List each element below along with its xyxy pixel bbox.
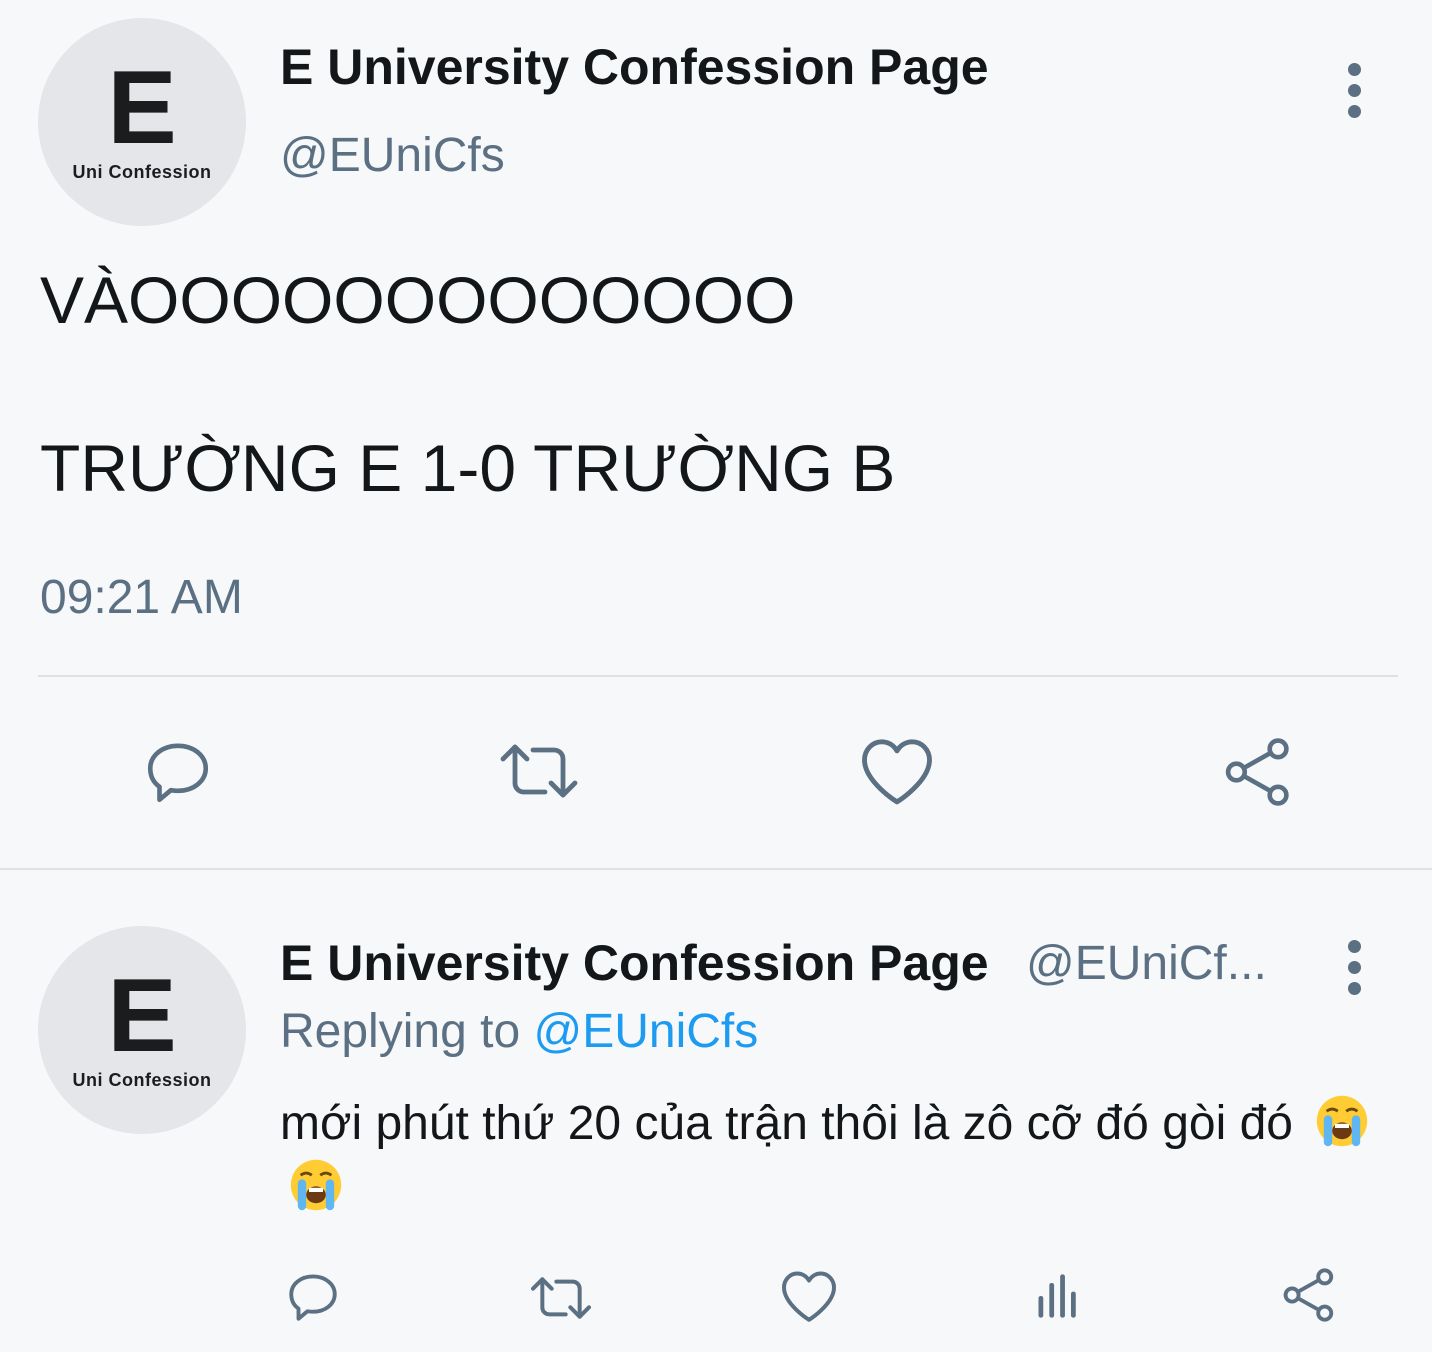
loudly-crying-face-icon — [1317, 1095, 1368, 1147]
retweet-icon[interactable] — [494, 735, 584, 807]
avatar-letter: E — [107, 50, 177, 166]
share-icon[interactable] — [1280, 1266, 1338, 1324]
avatar[interactable]: E Uni Confession — [38, 926, 246, 1134]
avatar-caption: Uni Confession — [72, 162, 212, 182]
reply-text: mới phút thứ 20 của trận thôi là zô cỡ đ… — [280, 1092, 1400, 1220]
replying-to: Replying to @EUniCfs — [280, 1004, 758, 1059]
loudly-crying-face-icon — [290, 1159, 342, 1211]
replying-to-handle[interactable]: @EUniCfs — [533, 1005, 758, 1058]
user-handle[interactable]: @EUniCf... — [1026, 936, 1267, 991]
tweet-timestamp[interactable]: 09:21 AM — [40, 570, 243, 625]
more-options-icon[interactable] — [1346, 63, 1362, 126]
share-icon[interactable] — [1220, 735, 1296, 809]
reply-icon[interactable] — [140, 735, 216, 809]
display-name[interactable]: E University Confession Page — [280, 934, 989, 992]
reply-text-body: mới phút thứ 20 của trận thôi là zô cỡ đ… — [280, 1097, 1293, 1150]
replying-to-label: Replying to — [280, 1005, 521, 1058]
tweet-separator — [0, 868, 1432, 870]
tweet-text-line-1: VÀOOOOOOOOOOOOO — [40, 263, 796, 337]
like-icon[interactable] — [779, 1268, 839, 1324]
avatar[interactable]: E Uni Confession — [38, 18, 246, 226]
analytics-icon[interactable] — [1032, 1270, 1084, 1322]
divider — [38, 675, 1398, 677]
retweet-icon[interactable] — [526, 1270, 596, 1326]
display-name[interactable]: E University Confession Page — [280, 38, 989, 96]
user-handle[interactable]: @EUniCfs — [280, 128, 505, 183]
avatar-letter: E — [107, 958, 177, 1074]
reply-icon[interactable] — [283, 1268, 343, 1326]
avatar-caption: Uni Confession — [72, 1070, 212, 1090]
tweet-text-line-2: TRƯỜNG E 1-0 TRƯỜNG B — [40, 431, 896, 505]
like-icon[interactable] — [858, 735, 936, 807]
more-options-icon[interactable] — [1346, 940, 1362, 1003]
